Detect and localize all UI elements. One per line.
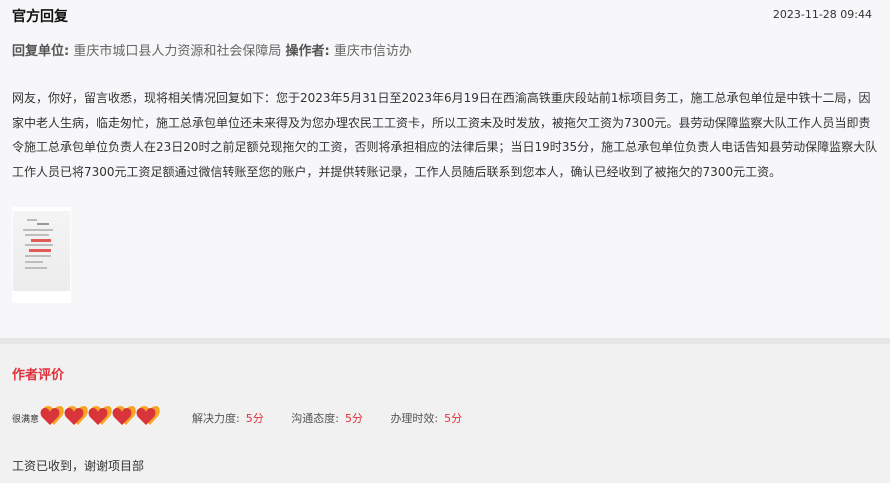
reply-body: 网友，你好，留言收悉，现将相关情况回复如下：您于2023年5月31日至2023年… [12, 91, 878, 179]
heart-icon [88, 406, 112, 425]
reply-meta: 回复单位: 重庆市城口县人力资源和社会保障局 操作者: 重庆市信访办 [12, 40, 412, 59]
author-review-section: 作者评价 很满意 解决力度: 5分 沟通态度: 5分 办理时效: 5分 工资已收… [0, 344, 890, 483]
document-thumbnail-icon [13, 211, 70, 291]
operator-label: 操作者: [285, 44, 330, 59]
score-communication: 沟通态度: 5分 [291, 410, 363, 426]
score-resolution: 解决力度: 5分 [192, 410, 264, 426]
official-reply-section: 官方回复 2023-11-28 09:44 回复单位: 重庆市城口县人力资源和社… [0, 0, 890, 338]
score-value: 5分 [245, 412, 264, 425]
score-label: 沟通态度: [291, 412, 339, 425]
heart-icon [40, 406, 64, 425]
heart-icon [112, 406, 136, 425]
reply-title: 官方回复 [12, 9, 68, 25]
attachment-thumbnail[interactable] [12, 207, 71, 303]
review-title: 作者评价 [12, 368, 65, 383]
rating-hearts [40, 404, 160, 426]
score-value: 5分 [444, 412, 463, 425]
reply-unit-value: 重庆市城口县人力资源和社会保障局 [73, 44, 282, 59]
reply-unit-label: 回复单位: [12, 44, 70, 59]
review-scores: 解决力度: 5分 沟通态度: 5分 办理时效: 5分 [192, 410, 486, 426]
score-label: 办理时效: [390, 412, 439, 425]
score-timeliness: 办理时效: 5分 [390, 410, 462, 426]
score-value: 5分 [344, 412, 363, 425]
heart-icon [64, 406, 88, 425]
operator-value: 重庆市信访办 [333, 44, 412, 59]
heart-icon [136, 406, 160, 425]
reply-timestamp: 2023-11-28 09:44 [772, 8, 872, 21]
review-comment: 工资已收到，谢谢项目部 [12, 459, 145, 473]
score-label: 解决力度: [192, 412, 240, 425]
rating-label: 很满意 [12, 415, 40, 425]
